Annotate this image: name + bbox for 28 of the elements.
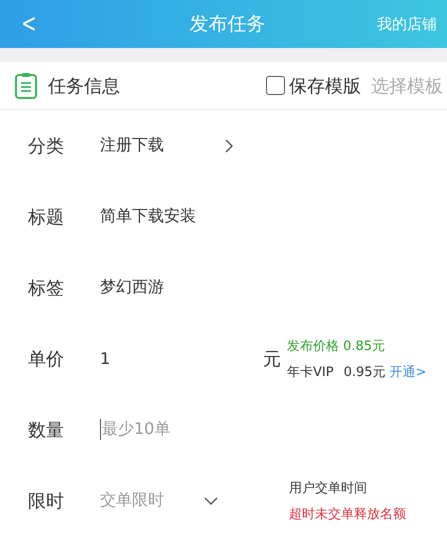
choose-template-button[interactable]: 选择模板 — [371, 74, 443, 98]
checkbox-label: 保存模版 — [289, 74, 361, 98]
note-text: 用户交单时间 — [289, 480, 368, 496]
time-limit-select[interactable]: 交单限时 — [100, 490, 164, 511]
field-label: 分类 — [28, 134, 65, 158]
text-field[interactable]: 梦幻西游 — [100, 277, 164, 298]
quantity-field[interactable]: 最少10单 — [100, 419, 255, 440]
page-title: 发布任务 — [190, 12, 266, 37]
vip-price: 0.95元 — [344, 364, 386, 380]
unit-label: 元 — [263, 348, 281, 370]
vip-label: 年卡VIP — [287, 364, 334, 380]
activate-link[interactable]: 开通> — [390, 362, 426, 380]
back-button[interactable]: < — [21, 9, 37, 39]
publish-price: 发布价格 0.85元 — [287, 338, 386, 354]
price-field[interactable]: 1 — [100, 349, 110, 368]
checkbox-icon[interactable] — [266, 76, 285, 95]
my-shop-link[interactable]: 我的店铺 — [377, 14, 437, 34]
field-label: 单价 — [28, 348, 65, 370]
field-label: 限时 — [28, 490, 65, 512]
section-title: 任务信息 — [48, 74, 121, 98]
clipboard-icon — [14, 72, 38, 100]
field-label: 标签 — [28, 276, 65, 300]
category-value[interactable]: 注册下载 — [100, 135, 164, 156]
text-field[interactable]: 简单下载安装 — [100, 206, 196, 227]
warning-text: 超时未交单释放名额 — [289, 506, 406, 522]
field-label: 标题 — [28, 206, 65, 228]
save-template-checkbox[interactable]: 保存模版 — [266, 74, 361, 98]
field-label: 数量 — [28, 418, 65, 442]
